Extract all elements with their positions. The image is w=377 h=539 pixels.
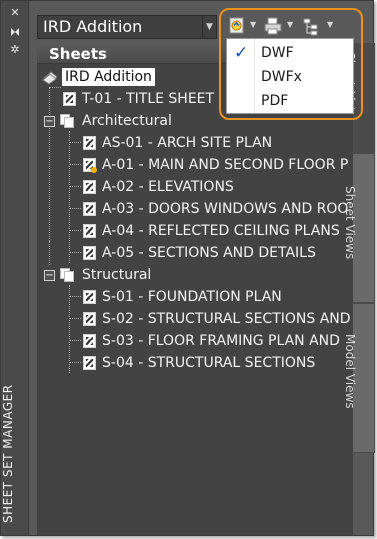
subset-icon <box>60 268 75 282</box>
sheet-label: A-03 - DOORS WINDOWS AND ROO <box>102 201 349 217</box>
sheet-label: S-04 - STRUCTURAL SECTIONS <box>102 355 316 371</box>
sheet-label: A-02 - ELEVATIONS <box>102 179 234 195</box>
tab-label: Sheet Views <box>343 186 357 260</box>
subset-label: Structural <box>82 267 152 283</box>
subset-label: Architectural <box>82 113 172 129</box>
menu-item-dwfx[interactable]: DWFx <box>227 65 353 89</box>
plot-icon[interactable] <box>264 16 282 38</box>
sheet-set-tools-icon[interactable] <box>303 16 321 38</box>
sheet-icon <box>83 356 96 370</box>
sheet-set-dropdown[interactable]: IRD Addition ▼ <box>37 15 217 39</box>
sheet-label: S-02 - STRUCTURAL SECTIONS AND <box>102 311 351 327</box>
plot-dropdown-arrow[interactable]: ▼ <box>287 20 293 29</box>
menu-item-dwf[interactable]: ✓ DWF <box>227 41 353 65</box>
tree-sheet-item[interactable]: S-04 - STRUCTURAL SECTIONS <box>37 352 353 374</box>
sheet-list-panel: Sheets IRD Addition T-01 - TITLE SHEET −… <box>37 44 353 535</box>
collapse-toggle[interactable]: − <box>44 270 55 281</box>
sheet-set-icon <box>42 69 58 85</box>
tools-dropdown-arrow[interactable]: ▼ <box>327 20 333 29</box>
properties-icon[interactable]: ✲ <box>8 43 22 57</box>
publish-format-menu: ✓ DWF DWFx PDF <box>226 38 354 114</box>
tab-sheet-list[interactable]: Sheet List <box>343 43 375 153</box>
subset-icon <box>60 114 75 128</box>
sheet-icon <box>83 180 96 194</box>
checkmark-icon: ✓ <box>234 43 249 63</box>
sheet-set-dropdown-value: IRD Addition <box>43 17 143 36</box>
tree-sheet-item[interactable]: A-01 - MAIN AND SECOND FLOOR P <box>37 154 353 176</box>
chevron-down-icon[interactable]: ▼ <box>202 16 216 38</box>
collapse-toggle[interactable]: − <box>44 116 55 127</box>
auto-hide-icon[interactable] <box>8 25 22 39</box>
tree-sheet-item[interactable]: S-02 - STRUCTURAL SECTIONS AND <box>37 308 353 330</box>
sheet-icon <box>83 334 96 348</box>
sheet-tree: IRD Addition T-01 - TITLE SHEET − Archit… <box>37 65 353 535</box>
tree-subset-structural[interactable]: − Structural <box>37 264 353 286</box>
sheet-icon <box>63 92 76 106</box>
sheet-label: S-01 - FOUNDATION PLAN <box>102 289 282 305</box>
tree-sheet-item[interactable]: A-02 - ELEVATIONS <box>37 176 353 198</box>
close-icon[interactable]: ✕ <box>8 6 22 20</box>
palette-title: SHEET SET MANAGER <box>1 384 15 523</box>
sheet-icon <box>83 224 96 238</box>
tab-model-views[interactable]: Model Views <box>343 303 375 453</box>
palette-title-strip: ✕ ✲ SHEET SET MANAGER <box>1 1 29 535</box>
sheet-label: S-03 - FLOOR FRAMING PLAN AND <box>102 333 340 349</box>
menu-item-label: PDF <box>261 93 289 109</box>
sheet-icon <box>83 290 96 304</box>
menu-item-label: DWFx <box>261 69 302 85</box>
sheet-label: A-05 - SECTIONS AND DETAILS <box>102 245 316 261</box>
sheet-label: A-01 - MAIN AND SECOND FLOOR P <box>102 157 349 173</box>
tree-sheet-item[interactable]: A-03 - DOORS WINDOWS AND ROO <box>37 198 353 220</box>
publish-icon[interactable] <box>229 16 245 38</box>
tree-sheet-item[interactable]: S-01 - FOUNDATION PLAN <box>37 286 353 308</box>
publish-dropdown-arrow[interactable]: ▼ <box>250 20 256 29</box>
sheet-label: AS-01 - ARCH SITE PLAN <box>102 135 273 151</box>
tab-sheet-views[interactable]: Sheet Views <box>343 153 375 303</box>
tree-sheet-item[interactable]: A-04 - REFLECTED CEILING PLANS <box>37 220 353 242</box>
sheet-label: A-04 - REFLECTED CEILING PLANS <box>102 223 340 239</box>
locked-status-icon <box>91 167 97 173</box>
tree-root-label: IRD Addition <box>62 68 155 86</box>
sheet-icon <box>83 202 96 216</box>
sheet-icon <box>83 136 96 150</box>
sheet-label: T-01 - TITLE SHEET <box>82 91 215 107</box>
tab-label: Model Views <box>343 334 357 409</box>
tree-sheet-item[interactable]: A-05 - SECTIONS AND DETAILS <box>37 242 353 264</box>
tree-sheet-item[interactable]: S-03 - FLOOR FRAMING PLAN AND <box>37 330 353 352</box>
sheet-icon <box>83 312 96 326</box>
menu-item-label: DWF <box>261 45 294 61</box>
tree-sheet-item[interactable]: AS-01 - ARCH SITE PLAN <box>37 132 353 154</box>
sheet-icon <box>83 246 96 260</box>
menu-item-pdf[interactable]: PDF <box>227 89 353 113</box>
